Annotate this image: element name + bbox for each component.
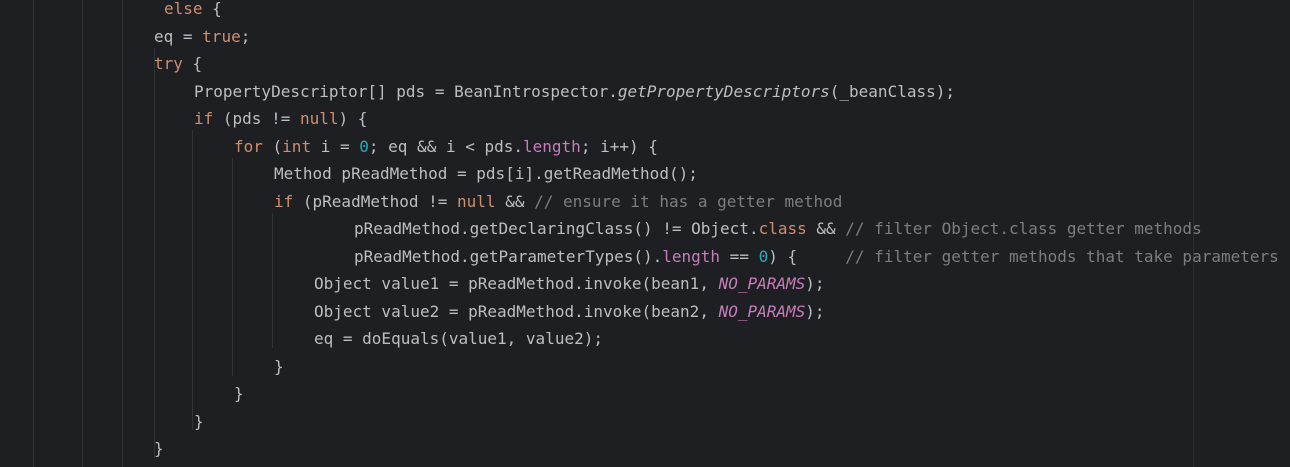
code-line[interactable]: }	[234, 380, 244, 407]
code-token: class	[758, 219, 807, 238]
code-token: pReadMethod.getParameterTypes().	[354, 246, 663, 266]
code-token: int	[282, 136, 312, 156]
code-line[interactable]: PropertyDescriptor[] pds = BeanIntrospec…	[194, 78, 955, 105]
code-token: i =	[311, 136, 360, 156]
code-token: ) {	[768, 246, 846, 266]
code-token: if	[194, 109, 214, 128]
code-line[interactable]: for (int i = 0; eq && i < pds. length; i+…	[234, 133, 658, 160]
code-token: Object value2 = pReadMethod.invoke(bean2…	[314, 301, 719, 321]
code-token: (_beanClass);	[829, 81, 955, 101]
code-token: (pReadMethod !=	[293, 191, 458, 211]
code-token: &&	[806, 219, 846, 238]
code-token: &&	[495, 191, 535, 211]
code-line[interactable]: }	[154, 435, 164, 462]
code-token: // filter Object.class getter methods	[845, 219, 1202, 238]
code-token: ; eq && i < pds.	[368, 136, 524, 156]
code-token: }	[274, 356, 284, 376]
code-line[interactable]: }	[194, 408, 204, 435]
code-line[interactable]: try {	[154, 50, 202, 77]
code-line[interactable]: Object value1 = pReadMethod.invoke(bean1…	[314, 270, 825, 297]
code-token: (	[262, 136, 283, 156]
code-token: Object value1 = pReadMethod.invoke(bean1…	[314, 274, 719, 293]
code-token: {	[182, 54, 203, 73]
code-token: // filter getter methods that take param…	[845, 246, 1279, 266]
code-token: // ensure it has a getter method	[534, 191, 843, 211]
code-token: );	[805, 301, 825, 321]
code-token: length	[523, 136, 581, 156]
code-token: );	[805, 274, 825, 293]
indent-guide	[272, 213, 273, 348]
code-token: }	[194, 411, 204, 431]
code-token: pReadMethod.getDeclaringClass() != Objec…	[354, 219, 759, 238]
code-line[interactable]: Method pReadMethod = pds[i].getReadMetho…	[274, 160, 698, 187]
code-token: Method pReadMethod = pds[i].getReadMetho…	[274, 164, 698, 183]
code-token: getPropertyDescriptors	[617, 81, 830, 101]
indent-guide	[232, 158, 233, 376]
code-token: for	[234, 136, 263, 156]
code-line[interactable]: Object value2 = pReadMethod.invoke(bean2…	[314, 298, 825, 325]
code-token: (pds !=	[213, 109, 300, 128]
code-token: 0	[359, 136, 369, 156]
code-token: }	[234, 384, 244, 403]
code-token: null	[457, 191, 496, 211]
code-token: try	[154, 54, 183, 73]
indent-guide	[192, 130, 193, 430]
code-line[interactable]: eq = doEquals(value1, value2);	[314, 325, 603, 352]
code-token: NO_PARAMS	[718, 274, 806, 293]
code-line[interactable]: else {	[164, 0, 222, 22]
code-token: ; i++) {	[580, 136, 658, 156]
code-token: eq =	[154, 26, 203, 46]
code-token: if	[274, 191, 294, 211]
code-token: true	[202, 26, 241, 46]
code-editor[interactable]: else {eq = true; try {PropertyDescriptor[…	[0, 0, 1290, 467]
code-token: {	[202, 0, 222, 18]
indent-guide	[82, 0, 83, 467]
indent-guide	[122, 0, 123, 467]
code-token: ;	[240, 26, 251, 46]
code-token: length	[662, 246, 721, 266]
indent-guide	[154, 48, 155, 458]
code-line[interactable]: if (pds != null) {	[194, 105, 367, 132]
code-token: 0	[758, 246, 769, 266]
code-token: null	[299, 109, 339, 128]
code-line[interactable]: pReadMethod.getParameterTypes(). length =…	[354, 243, 1279, 270]
code-line[interactable]: }	[274, 353, 284, 380]
code-line[interactable]: eq = true;	[154, 23, 250, 50]
code-line[interactable]: pReadMethod.getDeclaringClass() != Objec…	[354, 215, 1202, 242]
code-token: ) {	[338, 109, 368, 128]
code-token: NO_PARAMS	[718, 301, 806, 321]
code-token: ==	[720, 246, 759, 266]
code-line[interactable]: if (pReadMethod != null && // ensure it …	[274, 188, 842, 215]
code-token: eq = doEquals(value1, value2);	[314, 329, 603, 348]
code-token: PropertyDescriptor[] pds = BeanIntrospec…	[194, 81, 618, 101]
code-token: }	[154, 439, 164, 458]
indent-guide	[33, 0, 34, 467]
code-token: else	[164, 0, 203, 18]
